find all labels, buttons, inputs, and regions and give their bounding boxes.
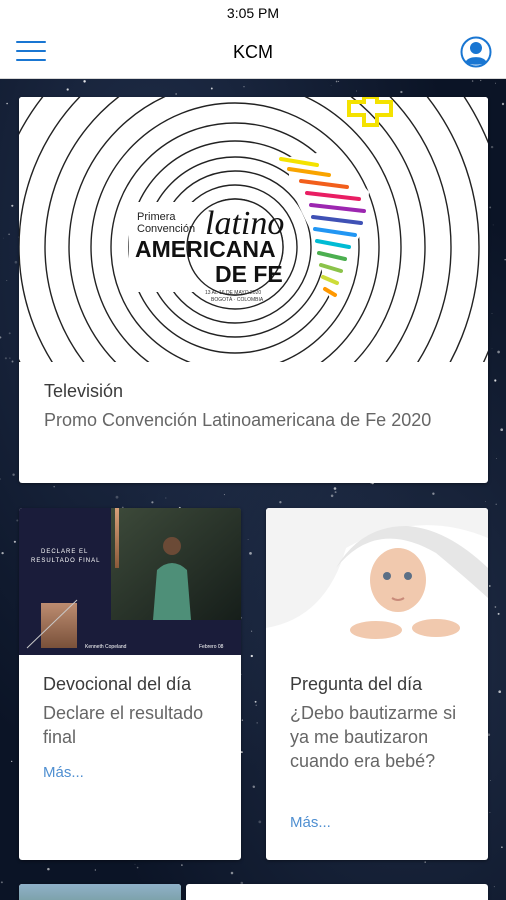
- question-card[interactable]: Pregunta del día ¿Debo bautizarme si ya …: [266, 508, 488, 860]
- card-category: Pregunta del día: [290, 674, 423, 694]
- feed-card-partial[interactable]: [186, 884, 488, 900]
- feed-card-partial[interactable]: [19, 884, 181, 900]
- baby-photo: [266, 508, 488, 655]
- featured-video-card[interactable]: Primera Convención latino AMERICANA DE F…: [19, 97, 488, 483]
- banner-place: BOGOTÁ · COLOMBIA: [211, 296, 264, 303]
- banner-date: 13 AL 16 DE MAYO 2020: [205, 290, 261, 296]
- devotional-thumbnail: DECLARE EL RESULTADO FINAL Kenneth Copel…: [19, 508, 241, 655]
- card-title: ¿Debo bautizarme si ya me bautizaron cua…: [290, 703, 457, 771]
- devotional-card[interactable]: DECLARE EL RESULTADO FINAL Kenneth Copel…: [19, 508, 241, 860]
- top-navigation-bar: KCM: [0, 26, 506, 79]
- banner-headline-2: DE FE: [215, 261, 283, 287]
- more-link[interactable]: Más...: [290, 814, 331, 831]
- app-title: KCM: [233, 42, 273, 62]
- thumb-date: Febrero 08: [199, 644, 224, 650]
- banner-line-2: Convención: [137, 223, 195, 235]
- card-category: Devocional del día: [43, 674, 192, 694]
- card-title: Promo Convención Latinoamericana de Fe 2…: [44, 410, 432, 430]
- profile-icon[interactable]: [460, 36, 492, 68]
- convention-banner-image: Primera Convención latino AMERICANA DE F…: [19, 97, 488, 362]
- thumb-headline-1: DECLARE EL: [41, 549, 88, 555]
- card-category: Televisión: [44, 381, 124, 401]
- partial-card-thumbnail: [19, 884, 181, 900]
- card-title: Declare el resultado final: [43, 703, 204, 747]
- more-link[interactable]: Más...: [43, 764, 84, 781]
- feed-content[interactable]: Primera Convención latino AMERICANA DE F…: [0, 79, 506, 900]
- thumb-author: Kenneth Copeland: [85, 644, 127, 650]
- status-time: 3:05 PM: [226, 5, 280, 21]
- banner-line-1: Primera: [137, 211, 176, 223]
- thumb-headline-2: RESULTADO FINAL: [31, 558, 100, 564]
- status-bar: 3:05 PM: [0, 0, 506, 26]
- banner-headline-1: AMERICANA: [135, 236, 276, 262]
